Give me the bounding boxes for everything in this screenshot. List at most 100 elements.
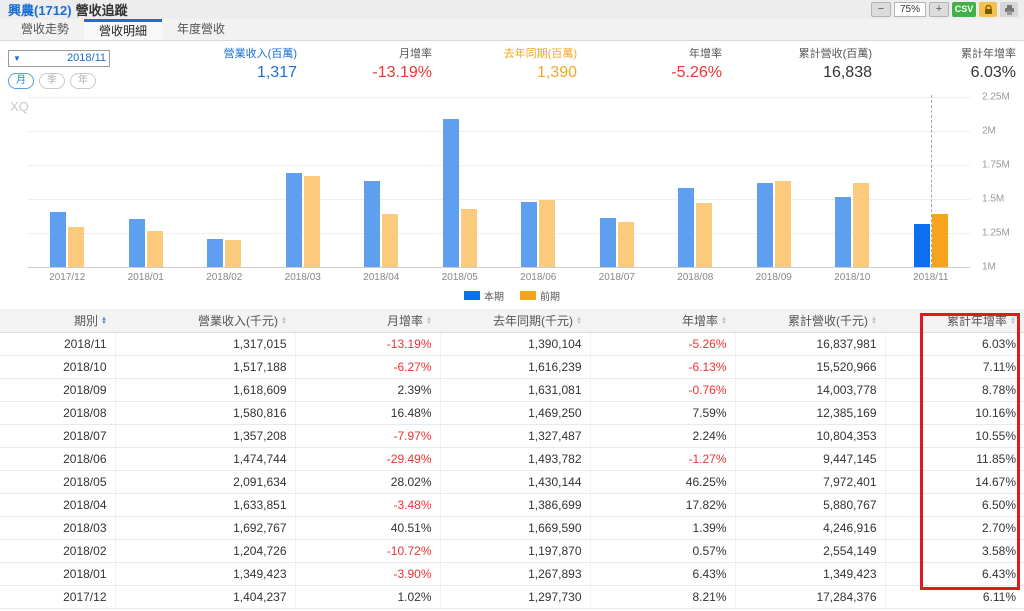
bar-前期-2018/02[interactable] bbox=[225, 240, 242, 267]
table-cell: 1,357,208 bbox=[115, 424, 296, 448]
legend-item-前期[interactable]: 前期 bbox=[520, 288, 560, 303]
zoom-level-field[interactable]: 75% bbox=[894, 2, 926, 17]
column-header-6[interactable]: 累計年增率 ▲ ▼ bbox=[885, 309, 1024, 333]
table-row[interactable]: 2018/05 2,091,634 28.02% 1,430,144 46.25% 7,9… bbox=[0, 470, 1024, 494]
table-cell: 14,003,778 bbox=[735, 378, 886, 402]
table-cell: 1,390,104 bbox=[440, 332, 591, 356]
sort-icon: ▲ ▼ bbox=[426, 315, 432, 326]
column-header-1[interactable]: 營業收入(千元) ▲ ▼ bbox=[115, 309, 295, 333]
table-row[interactable]: 2018/03 1,692,767 40.51% 1,669,590 1.39% 4,24… bbox=[0, 516, 1024, 540]
table-row[interactable]: 2018/10 1,517,188 -6.27% 1,616,239 -6.13% 15,… bbox=[0, 355, 1024, 379]
table-cell: 1,616,239 bbox=[440, 355, 591, 379]
table-row[interactable]: 2018/06 1,474,744 -29.49% 1,493,782 -1.27% 9,… bbox=[0, 447, 1024, 471]
chart-y-axis: 1M 1.25M 1.5M 1.75M 2M 2.25M bbox=[974, 92, 1022, 273]
table-cell: 1.02% bbox=[295, 585, 441, 609]
table-cell: 10.16% bbox=[885, 401, 1024, 425]
table-cell: 1,317,015 bbox=[115, 332, 296, 356]
table-cell: 16,837,981 bbox=[735, 332, 886, 356]
bar-本期-2018/04[interactable] bbox=[364, 180, 381, 267]
table-row[interactable]: 2018/02 1,204,726 -10.72% 1,197,870 0.57% 2,5… bbox=[0, 539, 1024, 563]
table-cell: 2018/06 bbox=[0, 447, 116, 471]
column-header-0[interactable]: 期別 ▲ ▼ bbox=[0, 309, 115, 333]
lock-button[interactable] bbox=[979, 2, 997, 17]
table-row[interactable]: 2018/07 1,357,208 -7.97% 1,327,487 2.24% 10,8… bbox=[0, 424, 1024, 448]
bar-前期-2017/12[interactable] bbox=[68, 226, 85, 267]
csv-export-button[interactable]: CSV bbox=[952, 2, 976, 17]
table-row[interactable]: 2017/12 1,404,237 1.02% 1,297,730 8.21% 17,28… bbox=[0, 585, 1024, 609]
table-cell: 17,284,376 bbox=[735, 585, 886, 609]
legend-item-本期[interactable]: 本期 bbox=[464, 288, 504, 303]
print-button[interactable] bbox=[1000, 2, 1018, 17]
revenue-table: 期別 ▲ ▼ 營業收入(千元) ▲ ▼ 月增率 ▲ ▼ 去年同期(千元) ▲ ▼ 年增率 ▲ ▼ 累計營收(千… bbox=[0, 309, 1024, 609]
bar-本期-2018/08[interactable] bbox=[678, 188, 695, 267]
x-axis-tick: 2018/10 bbox=[834, 272, 871, 283]
bar-前期-2018/10[interactable] bbox=[853, 183, 870, 267]
bar-本期-2017/12[interactable] bbox=[50, 212, 67, 267]
bar-本期-2018/11[interactable] bbox=[913, 223, 930, 267]
zoom-in-button[interactable]: + bbox=[929, 2, 949, 17]
stat-value: -5.26% bbox=[671, 64, 722, 81]
stat-value: 16,838 bbox=[823, 64, 872, 81]
table-header-row: 期別 ▲ ▼ 營業收入(千元) ▲ ▼ 月增率 ▲ ▼ 去年同期(千元) ▲ ▼ 年增率 ▲ ▼ 累計營收(千… bbox=[0, 309, 1024, 333]
bar-本期-2018/03[interactable] bbox=[285, 172, 302, 267]
table-cell: -5.26% bbox=[590, 332, 736, 356]
bar-前期-2018/04[interactable] bbox=[382, 214, 399, 267]
bar-本期-2018/02[interactable] bbox=[207, 239, 224, 267]
window-titlebar: 興農(1712) 營收追蹤 − 75% + CSV bbox=[0, 0, 1024, 19]
stat-value: 1,317 bbox=[256, 64, 297, 81]
column-header-2[interactable]: 月增率 ▲ ▼ bbox=[295, 309, 440, 333]
table-cell: 2018/05 bbox=[0, 470, 116, 494]
x-axis-tick: 2018/11 bbox=[913, 272, 949, 283]
bar-本期-2018/09[interactable] bbox=[756, 182, 773, 267]
x-axis-tick: 2018/02 bbox=[206, 272, 243, 283]
bar-本期-2018/06[interactable] bbox=[521, 202, 538, 267]
table-cell: 2018/07 bbox=[0, 424, 116, 448]
table-cell: 1,327,487 bbox=[440, 424, 591, 448]
table-row[interactable]: 2018/09 1,618,609 2.39% 1,631,081 -0.76% 14,0… bbox=[0, 378, 1024, 402]
period-button-0[interactable]: 月 bbox=[8, 73, 34, 89]
table-cell: 1,404,237 bbox=[115, 585, 296, 609]
bar-前期-2018/07[interactable] bbox=[617, 222, 634, 267]
table-cell: 46.25% bbox=[590, 470, 736, 494]
column-header-5[interactable]: 累計營收(千元) ▲ ▼ bbox=[735, 309, 885, 333]
table-cell: 2018/10 bbox=[0, 355, 116, 379]
bar-前期-2018/09[interactable] bbox=[774, 181, 791, 267]
tab-1[interactable]: 營收明細 bbox=[84, 19, 163, 40]
window-controls: − 75% + CSV bbox=[871, 2, 1018, 17]
bar-前期-2018/08[interactable] bbox=[696, 203, 713, 267]
sort-icon: ▲ ▼ bbox=[576, 315, 582, 326]
table-row[interactable]: 2018/04 1,633,851 -3.48% 1,386,699 17.82% 5,8… bbox=[0, 493, 1024, 517]
table-row[interactable]: 2018/08 1,580,816 16.48% 1,469,250 7.59% 12,3… bbox=[0, 401, 1024, 425]
bar-前期-2018/11[interactable] bbox=[931, 213, 948, 267]
bar-前期-2018/01[interactable] bbox=[146, 230, 163, 267]
zoom-out-button[interactable]: − bbox=[871, 2, 891, 17]
tab-0[interactable]: 營收走勢 bbox=[6, 19, 84, 40]
date-select[interactable]: ▼ 2018/11 bbox=[8, 50, 110, 67]
bar-本期-2018/10[interactable] bbox=[835, 196, 852, 267]
table-cell: 16.48% bbox=[295, 401, 441, 425]
table-cell: 2.70% bbox=[885, 516, 1024, 540]
period-button-1[interactable]: 季 bbox=[39, 73, 65, 89]
period-toggle-group: 月季年 bbox=[8, 73, 184, 89]
bar-本期-2018/07[interactable] bbox=[599, 218, 616, 267]
bar-前期-2018/05[interactable] bbox=[460, 208, 477, 267]
table-cell: 6.11% bbox=[885, 585, 1024, 609]
tab-2[interactable]: 年度營收 bbox=[162, 19, 240, 40]
bar-前期-2018/06[interactable] bbox=[539, 199, 556, 267]
table-cell: 14.67% bbox=[885, 470, 1024, 494]
column-header-4[interactable]: 年增率 ▲ ▼ bbox=[590, 309, 735, 333]
bar-前期-2018/03[interactable] bbox=[303, 175, 320, 267]
period-button-2[interactable]: 年 bbox=[70, 73, 96, 89]
table-cell: 1,633,851 bbox=[115, 493, 296, 517]
stat-label: 累計營收(百萬) bbox=[798, 48, 872, 60]
sort-icon: ▲ ▼ bbox=[721, 315, 727, 326]
page-title-suffix: 營收追蹤 bbox=[75, 3, 128, 18]
bar-本期-2018/05[interactable] bbox=[442, 118, 459, 267]
table-cell: 40.51% bbox=[295, 516, 441, 540]
table-row[interactable]: 2018/01 1,349,423 -3.90% 1,267,893 6.43% 1,34… bbox=[0, 562, 1024, 586]
table-row[interactable]: 2018/11 1,317,015 -13.19% 1,390,104 -5.26% 16… bbox=[0, 332, 1024, 356]
bar-本期-2018/01[interactable] bbox=[128, 219, 145, 267]
column-header-3[interactable]: 去年同期(千元) ▲ ▼ bbox=[440, 309, 590, 333]
table-cell: 8.78% bbox=[885, 378, 1024, 402]
stat-label: 去年同期(百萬) bbox=[503, 48, 577, 60]
